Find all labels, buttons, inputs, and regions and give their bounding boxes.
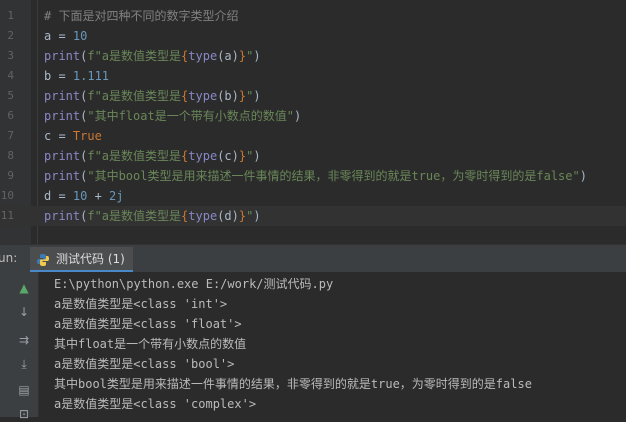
code-token: print — [44, 89, 81, 103]
console-line: 其中bool类型是用来描述一件事情的结果，非零得到的就是true，为零时得到的是… — [54, 377, 532, 391]
soft-wrap-icon[interactable]: ⇉ — [16, 332, 32, 348]
line-number: 3 — [7, 49, 14, 62]
code-line[interactable]: 5 print(f"a是数值类型是{type(b)}") — [0, 86, 626, 106]
line-number: 11 — [0, 209, 14, 222]
code-token: ) — [253, 149, 261, 163]
code-token: c = — [44, 129, 73, 143]
console-line: a是数值类型是<class 'bool'> — [54, 357, 235, 371]
code-token: b = — [44, 69, 73, 83]
rerun-icon[interactable]: ▲ — [16, 280, 32, 296]
run-tab-label: 测试代码 (1) — [56, 252, 125, 266]
code-token: ) — [293, 109, 302, 123]
line-number: 9 — [7, 169, 14, 182]
code-token: d = — [44, 189, 73, 203]
code-line[interactable]: 8 print(f"a是数值类型是{type(c)}") — [0, 146, 626, 166]
line-number: 8 — [7, 149, 14, 162]
code-token: "其中float是一个带有小数点的数值" — [87, 109, 294, 123]
run-toolbar: ▲ ↓ ⇉ ⤓ ▤ ⊡ — [0, 272, 39, 421]
code-token: 1.111 — [72, 69, 110, 83]
code-line[interactable]: 9 print("其中bool类型是用来描述一件事情的结果，非零得到的就是true… — [0, 166, 626, 186]
code-token: print — [44, 149, 81, 163]
run-tab[interactable]: 测试代码 (1) — [30, 247, 133, 272]
code-text: print("其中float是一个带有小数点的数值") — [44, 106, 301, 126]
code-token: 10 — [72, 189, 88, 203]
console-line: 其中float是一个带有小数点的数值 — [54, 337, 247, 351]
run-panel: ▲ ↓ ⇉ ⤓ ▤ ⊡ E:\python\python.exe E:/work… — [0, 272, 626, 421]
code-text: a = 10 — [44, 26, 87, 46]
scroll-down-icon[interactable]: ↓ — [16, 304, 32, 320]
python-icon — [36, 252, 50, 266]
console-line: a是数值类型是<class 'int'> — [54, 297, 228, 311]
code-token: 2j — [109, 189, 124, 203]
code-token: ) — [253, 49, 261, 63]
code-token: print — [44, 209, 81, 223]
line-number: 1 — [7, 9, 14, 22]
code-token: 10 — [72, 29, 88, 43]
code-line[interactable]: 3 print(f"a是数值类型是{type(a)}") — [0, 46, 626, 66]
console-line: E:\python\python.exe E:/work/测试代码.py — [54, 277, 334, 291]
code-token: f"a是数值类型是 — [87, 209, 182, 223]
code-token: type — [188, 49, 218, 63]
code-line[interactable]: 7 c = True — [0, 126, 626, 146]
print-icon[interactable]: ▤ — [16, 382, 32, 398]
code-token: print — [44, 109, 81, 123]
code-line[interactable]: 2 a = 10 — [0, 26, 626, 46]
code-token: f"a是数值类型是 — [87, 89, 182, 103]
code-token: print — [44, 169, 81, 183]
code-text: print(f"a是数值类型是{type(a)}") — [44, 46, 261, 66]
code-token: # 下面是对四种不同的数字类型介绍 — [44, 9, 239, 23]
code-line[interactable]: 4 b = 1.111 — [0, 66, 626, 86]
code-token: type — [188, 89, 218, 103]
code-token: (b) — [217, 89, 239, 103]
code-token: (d) — [217, 209, 239, 223]
run-panel-label: un: — [0, 251, 18, 265]
scroll-to-end-icon[interactable]: ⤓ — [16, 356, 32, 372]
code-text: print("其中bool类型是用来描述一件事情的结果，非零得到的就是true，… — [44, 166, 587, 186]
code-text: print(f"a是数值类型是{type(d)}") — [44, 206, 261, 226]
code-editor[interactable]: 1 # 下面是对四种不同的数字类型介绍 2 a = 10 3 print(f"a是数值类型… — [0, 0, 626, 244]
line-number: 2 — [7, 29, 14, 42]
code-token: "其中bool类型是用来描述一件事情的结果，非零得到的就是true，为零时得到的… — [87, 169, 580, 183]
code-token: a = — [44, 29, 73, 43]
code-token: type — [188, 149, 218, 163]
console-line: a是数值类型是<class 'complex'> — [54, 397, 257, 411]
line-number: 4 — [7, 69, 14, 82]
console-output[interactable]: E:\python\python.exe E:/work/测试代码.py a是数值… — [54, 274, 532, 414]
code-token: + — [87, 189, 110, 203]
code-line[interactable]: 11 print(f"a是数值类型是{type(d)}") — [0, 206, 626, 226]
line-number: 5 — [7, 89, 14, 102]
code-line[interactable]: 1 # 下面是对四种不同的数字类型介绍 — [0, 6, 626, 26]
code-token: True — [72, 129, 102, 143]
code-text: b = 1.111 — [44, 66, 109, 86]
code-text: print(f"a是数值类型是{type(b)}") — [44, 86, 261, 106]
line-number: 7 — [7, 129, 14, 142]
code-line[interactable]: 10 d = 10 + 2j — [0, 186, 626, 206]
code-token: (c) — [217, 149, 239, 163]
code-text: print(f"a是数值类型是{type(c)}") — [44, 146, 261, 166]
code-text: # 下面是对四种不同的数字类型介绍 — [44, 6, 238, 26]
code-token: ) — [579, 169, 587, 183]
code-text: c = True — [44, 126, 102, 146]
code-token: ) — [253, 209, 261, 223]
line-number: 6 — [7, 109, 14, 122]
code-token: f"a是数值类型是 — [87, 49, 182, 63]
code-line[interactable]: 6 print("其中float是一个带有小数点的数值") — [0, 106, 626, 126]
clear-icon[interactable]: ⊡ — [16, 406, 32, 422]
code-text: d = 10 + 2j — [44, 186, 124, 206]
code-token: f"a是数值类型是 — [87, 149, 182, 163]
console-line: a是数值类型是<class 'float'> — [54, 317, 242, 331]
code-token: ) — [253, 89, 261, 103]
code-token: (a) — [217, 49, 239, 63]
run-panel-header: un: 测试代码 (1) — [0, 244, 626, 272]
code-token: print — [44, 49, 81, 63]
line-number: 10 — [0, 189, 14, 202]
code-token: type — [188, 209, 218, 223]
